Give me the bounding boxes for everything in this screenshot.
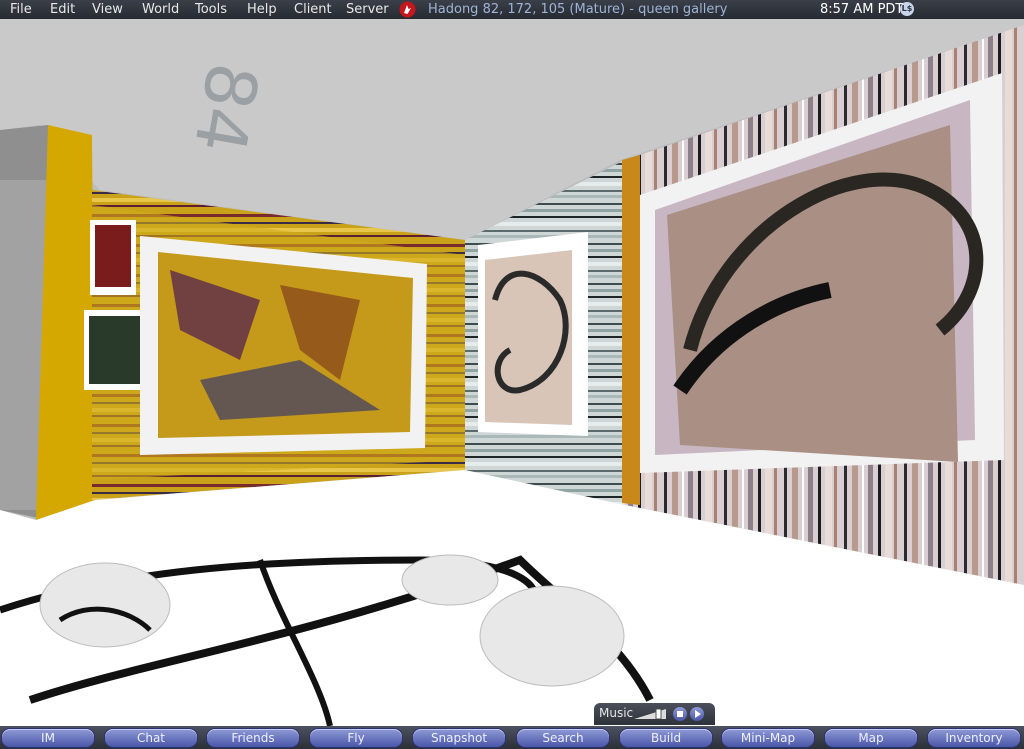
floor-sculpture-3[interactable] xyxy=(479,585,625,687)
stop-icon[interactable] xyxy=(673,707,687,721)
small-painting-1[interactable] xyxy=(95,225,131,287)
location-text[interactable]: Hadong 82, 172, 105 (Mature) - queen gal… xyxy=(428,1,727,18)
music-panel: Music xyxy=(594,703,715,725)
linden-dollar-icon[interactable]: L$ xyxy=(900,2,914,16)
volume-slider-icon[interactable] xyxy=(634,709,666,719)
inventory-button[interactable]: Inventory xyxy=(928,729,1020,747)
play-icon[interactable] xyxy=(690,707,704,721)
menu-tools[interactable]: Tools xyxy=(195,1,227,18)
menu-server[interactable]: Server xyxy=(346,1,389,18)
chat-button[interactable]: Chat xyxy=(105,729,197,747)
3d-viewport[interactable]: 84 xyxy=(0,19,1024,726)
menu-client[interactable]: Client xyxy=(294,1,332,18)
menu-bar: File Edit View World Tools Help Client S… xyxy=(0,0,1024,19)
fly-button[interactable]: Fly xyxy=(310,729,402,747)
music-label: Music xyxy=(599,706,634,720)
im-button[interactable]: IM xyxy=(2,729,94,747)
map-button[interactable]: Map xyxy=(825,729,917,747)
menu-edit[interactable]: Edit xyxy=(50,1,75,18)
build-button[interactable]: Build xyxy=(620,729,712,747)
floor-sculpture-2[interactable] xyxy=(401,554,499,606)
bottom-toolbar: IM Chat Friends Fly Snapshot Search Buil… xyxy=(0,726,1024,749)
small-painting-2[interactable] xyxy=(89,316,141,384)
menu-help[interactable]: Help xyxy=(247,1,277,18)
clock-text: 8:57 AM PDT xyxy=(820,2,904,17)
menu-view[interactable]: View xyxy=(92,1,123,18)
snapshot-button[interactable]: Snapshot xyxy=(413,729,505,747)
friends-button[interactable]: Friends xyxy=(207,729,299,747)
volume-thumb[interactable] xyxy=(655,709,662,719)
mini-map-button[interactable]: Mini-Map xyxy=(722,729,814,747)
menu-world[interactable]: World xyxy=(142,1,179,18)
ceiling-number: 84 xyxy=(178,57,274,159)
search-button[interactable]: Search xyxy=(517,729,609,747)
second-life-logo-icon xyxy=(399,1,416,18)
floor-sculpture-1[interactable] xyxy=(39,562,171,648)
right-wall-trim xyxy=(622,155,640,505)
menu-file[interactable]: File xyxy=(10,1,32,18)
